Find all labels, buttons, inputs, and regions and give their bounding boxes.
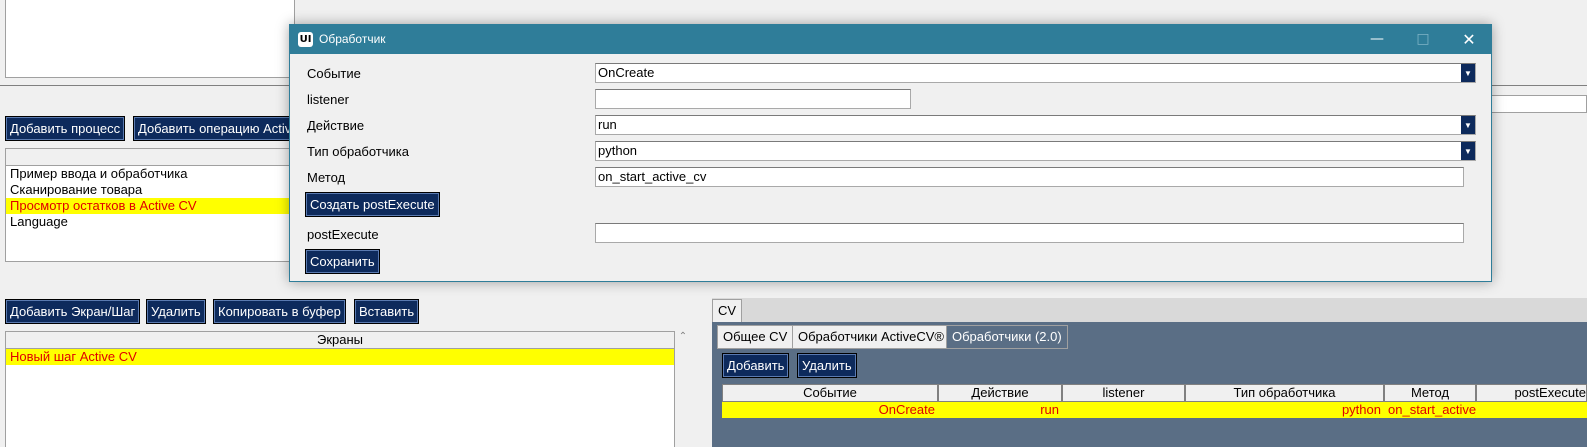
process-list-header <box>6 149 294 166</box>
action-select[interactable]: run ▼ <box>595 115 1476 135</box>
list-item[interactable]: Language <box>6 214 294 230</box>
screens-list[interactable]: Экраны Новый шаг Active CV <box>5 331 675 447</box>
delete-screen-button[interactable]: Удалить <box>146 299 206 324</box>
action-value: run <box>598 117 617 132</box>
handler-type-select[interactable]: python ▼ <box>595 141 1476 161</box>
col-post-execute[interactable]: postExecute <box>1476 384 1587 402</box>
col-method[interactable]: Метод <box>1384 384 1476 402</box>
action-dropdown-icon[interactable]: ▼ <box>1461 116 1475 134</box>
method-label: Метод <box>307 170 346 185</box>
cell-method: on_start_active_cv <box>1388 402 1476 417</box>
listener-field[interactable] <box>595 89 911 109</box>
col-listener[interactable]: listener <box>1062 384 1185 402</box>
cell-handler-type: python <box>1341 402 1381 417</box>
add-process-button[interactable]: Добавить процесс <box>5 116 126 141</box>
save-button[interactable]: Сохранить <box>305 249 380 274</box>
top-panel <box>5 0 295 78</box>
tab-activecv-handlers[interactable]: Обработчики ActiveCV® <box>792 325 950 349</box>
list-item[interactable]: Новый шаг Active CV <box>6 349 674 365</box>
event-label: Событие <box>307 66 361 81</box>
col-action[interactable]: Действие <box>938 384 1062 402</box>
cv-delete-button[interactable]: Удалить <box>797 353 857 378</box>
screens-header: Экраны <box>6 332 674 349</box>
scroll-up-icon[interactable]: ⌃ <box>677 331 689 345</box>
list-item[interactable]: Сканирование товара <box>6 182 294 198</box>
handler-type-dropdown-icon[interactable]: ▼ <box>1461 142 1475 160</box>
add-operation-button[interactable]: Добавить операцию ActiveCV <box>133 116 293 141</box>
event-select[interactable]: OnCreate ▼ <box>595 63 1476 83</box>
col-handler-type[interactable]: Тип обработчика <box>1185 384 1384 402</box>
post-execute-label: postExecute <box>307 227 379 242</box>
list-item[interactable]: Пример ввода и обработчика <box>6 166 294 182</box>
post-execute-field[interactable] <box>595 223 1464 243</box>
handler-type-value: python <box>598 143 638 158</box>
col-event[interactable]: Событие <box>722 384 938 402</box>
cv-add-button[interactable]: Добавить <box>722 353 790 378</box>
cell-post-execute <box>1476 402 1587 418</box>
cell-event: OnCreate <box>878 402 935 417</box>
create-post-execute-button[interactable]: Создать postExecute <box>305 192 440 217</box>
tab-cv[interactable]: CV <box>712 299 743 323</box>
minimize-icon[interactable]: — <box>1354 25 1400 54</box>
handler-type-label: Тип обработчика <box>307 144 410 159</box>
maximize-icon[interactable]: □ <box>1400 25 1446 54</box>
cell-listener <box>1062 402 1185 418</box>
close-icon[interactable]: ✕ <box>1446 25 1492 54</box>
cell-action: run <box>1040 402 1059 417</box>
tab-handlers-2[interactable]: Обработчики (2.0) <box>946 325 1068 349</box>
event-dropdown-icon[interactable]: ▼ <box>1461 64 1475 82</box>
dialog-title: Обработчик <box>319 32 386 46</box>
right-input-strip[interactable] <box>1490 95 1587 113</box>
paste-button[interactable]: Вставить <box>354 299 420 324</box>
method-field[interactable]: on_start_active_cv <box>595 167 1464 187</box>
copy-buffer-button[interactable]: Копировать в буфер <box>213 299 346 324</box>
list-item[interactable]: Просмотр остатков в Active CV <box>6 198 294 214</box>
event-value: OnCreate <box>598 65 655 80</box>
listener-label: listener <box>307 92 349 107</box>
process-list[interactable]: Пример ввода и обработчика Сканирование т… <box>5 148 295 262</box>
handler-dialog: UI Обработчик — □ ✕ Событие OnCreate ▼ l… <box>289 24 1492 282</box>
tab-general-cv[interactable]: Общее CV <box>717 325 794 349</box>
add-screen-button[interactable]: Добавить Экран/Шаг <box>5 299 141 324</box>
app-logo-icon: UI <box>298 32 313 47</box>
dialog-titlebar[interactable]: UI Обработчик — □ ✕ <box>290 25 1491 54</box>
action-label: Действие <box>307 118 365 133</box>
